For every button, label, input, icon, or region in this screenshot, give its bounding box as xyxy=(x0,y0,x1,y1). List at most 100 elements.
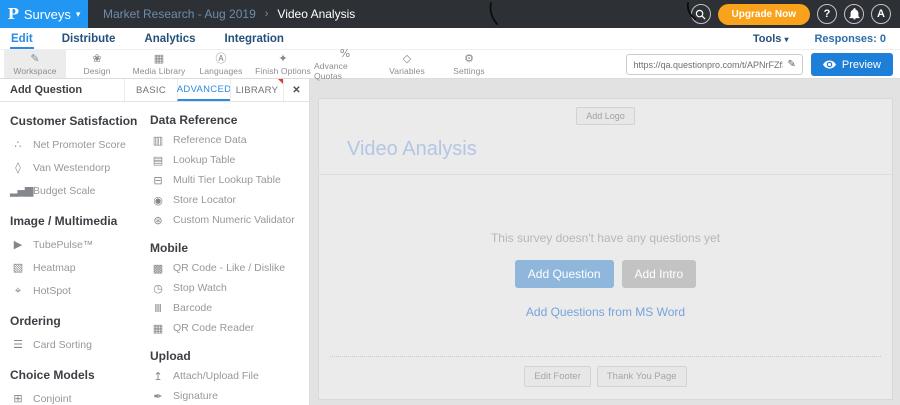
primary-nav: Edit Distribute Analytics Integration To… xyxy=(0,28,900,50)
question-type-van-westendorp[interactable]: ◊ Van Westendorp xyxy=(10,156,150,179)
survey-title[interactable]: Video Analysis xyxy=(347,138,477,161)
add-question-button[interactable]: Add Question xyxy=(514,260,614,288)
section-heading: Choice Models xyxy=(10,368,95,382)
account-avatar[interactable]: A xyxy=(871,4,891,24)
question-type-label: TubePulse™ xyxy=(33,238,94,251)
edit-url-icon[interactable]: ✎ xyxy=(787,59,795,70)
toolbar-item-design[interactable]: ❀ Design xyxy=(66,50,128,78)
survey-canvas-area: Add Logo Video Analysis This survey does… xyxy=(310,79,900,405)
responses-count[interactable]: Responses: 0 xyxy=(814,33,886,45)
empty-state-actions: Add Question Add Intro xyxy=(514,260,697,288)
tab-integration[interactable]: Integration xyxy=(224,31,285,49)
nps-scale-icon: ∴ xyxy=(14,138,22,151)
survey-url-input[interactable] xyxy=(633,59,784,70)
question-type-qr-code-like-dislike[interactable]: ▩ QR Code - Like / Dislike xyxy=(150,258,303,278)
toolbar-item-workspace[interactable]: ✎ Workspace xyxy=(4,50,66,78)
section-heading: Ordering xyxy=(10,314,61,328)
question-type-reference-data[interactable]: ▥ Reference Data xyxy=(150,130,303,150)
question-type-budget-scale[interactable]: ▂▄▆ Budget Scale xyxy=(10,179,150,202)
editor-toolbar: ✎ Workspace ❀ Design ▦ Media Library Ⓐ L… xyxy=(0,46,900,81)
bell-icon xyxy=(848,8,860,20)
image-icon: ▦ xyxy=(153,51,165,65)
question-type-label: Lookup Table xyxy=(173,154,236,166)
question-type-conjoint[interactable]: ⊞ Conjoint xyxy=(10,387,150,405)
toolbar-right: ✎ Preview xyxy=(626,53,893,76)
survey-card: Add Logo Video Analysis This survey does… xyxy=(318,98,893,400)
tools-label: Tools xyxy=(752,33,782,45)
upload-icon: ↥ xyxy=(153,369,162,383)
question-type-net-promoter-score[interactable]: ∴ Net Promoter Score xyxy=(10,133,150,156)
quota-icon: % xyxy=(339,46,351,60)
question-type-qr-code-reader[interactable]: ▦ QR Code Reader xyxy=(150,318,303,338)
empty-state-message: This survey doesn't have any questions y… xyxy=(490,231,721,245)
section-heading: Data Reference xyxy=(150,113,238,127)
translate-icon: Ⓐ xyxy=(215,51,227,65)
question-type-label: QR Code - Like / Dislike xyxy=(173,262,286,274)
section-heading: Mobile xyxy=(150,241,188,255)
edit-footer-button[interactable]: Edit Footer xyxy=(524,366,591,387)
asterisk-box-icon: ⊛ xyxy=(153,213,162,227)
tab-distribute[interactable]: Distribute xyxy=(61,31,117,49)
toolbar-item-label: Settings xyxy=(453,65,485,76)
add-intro-button[interactable]: Add Intro xyxy=(621,260,697,288)
surveys-menu[interactable]: P Surveys ▾ xyxy=(0,0,88,28)
notifications-button[interactable] xyxy=(844,4,864,24)
section-heading: Image / Multimedia xyxy=(10,214,118,228)
close-panel-button[interactable]: ✕ xyxy=(283,79,309,101)
question-type-heatmap[interactable]: ▧ Heatmap xyxy=(10,256,150,279)
question-type-label: Reference Data xyxy=(173,134,247,146)
title-divider xyxy=(319,174,892,175)
question-type-label: Stop Watch xyxy=(173,282,227,294)
tab-analytics[interactable]: Analytics xyxy=(143,31,196,49)
breadcrumb-parent[interactable]: Market Research - Aug 2019 xyxy=(103,7,256,21)
toolbar-item-finish-options[interactable]: ✦ Finish Options xyxy=(252,50,314,78)
toolbar-item-label: Advance Quotas xyxy=(314,60,348,81)
section-heading: Upload xyxy=(150,349,191,363)
tab-edit[interactable]: Edit xyxy=(10,31,34,49)
tab-advanced[interactable]: ADVANCED xyxy=(177,79,231,101)
toolbar-item-languages[interactable]: Ⓐ Languages xyxy=(190,50,252,78)
question-type-store-locator[interactable]: ◉ Store Locator xyxy=(150,190,303,210)
question-type-stop-watch[interactable]: ◷ Stop Watch xyxy=(150,278,303,298)
map-pin-icon: ◉ xyxy=(153,193,163,207)
question-type-card-sorting[interactable]: ☰ Card Sorting xyxy=(10,333,150,356)
question-type-custom-numeric-validator[interactable]: ⊛ Custom Numeric Validator xyxy=(150,210,303,230)
qr-reader-icon: ▦ xyxy=(152,321,163,335)
topbar-actions: Upgrade Now ? A xyxy=(690,3,900,25)
preview-button[interactable]: Preview xyxy=(810,53,893,76)
toolbar-item-settings[interactable]: ⚙ Settings xyxy=(438,50,500,78)
footer-divider xyxy=(330,356,881,357)
toolbar-item-label: Media Library xyxy=(132,65,186,76)
question-type-multi-tier-lookup-table[interactable]: ⊟ Multi Tier Lookup Table xyxy=(150,170,303,190)
question-type-lookup-table[interactable]: ▤ Lookup Table xyxy=(150,150,303,170)
question-type-signature[interactable]: ✒ Signature xyxy=(150,386,303,405)
question-type-hotspot[interactable]: ⌖ HotSpot xyxy=(10,279,150,302)
close-icon: ✕ xyxy=(292,84,301,96)
tools-menu[interactable]: Tools ▾ xyxy=(753,33,789,45)
footer-buttons: Edit Footer Thank You Page xyxy=(524,366,687,387)
help-button[interactable]: ? xyxy=(817,4,837,24)
question-type-tubepulse[interactable]: ▶ TubePulse™ xyxy=(10,233,150,256)
question-type-label: Conjoint xyxy=(33,392,72,405)
palette-icon: ❀ xyxy=(92,51,102,65)
toolbar-item-media-library[interactable]: ▦ Media Library xyxy=(128,50,190,78)
question-type-barcode[interactable]: Ⅲ Barcode xyxy=(150,298,303,318)
toolbar-item-advance-quotas[interactable]: % Advance Quotas xyxy=(314,46,376,81)
stopwatch-icon: ◷ xyxy=(153,281,163,295)
toolbar-item-label: Finish Options xyxy=(255,65,311,76)
list-icon: ☰ xyxy=(13,338,23,351)
question-type-label: Heatmap xyxy=(33,261,76,274)
questionpro-logo: P xyxy=(7,5,19,23)
chevron-down-icon: ▾ xyxy=(75,9,81,19)
add-logo-button[interactable]: Add Logo xyxy=(576,107,635,125)
question-type-attach-upload-file[interactable]: ↥ Attach/Upload File xyxy=(150,366,303,386)
toolbar-item-variables[interactable]: ◇ Variables xyxy=(376,50,438,78)
tab-basic[interactable]: BASIC xyxy=(124,79,177,101)
tab-library[interactable]: LIBRARY xyxy=(230,79,283,101)
signature-pen-icon: ✒ xyxy=(153,389,162,403)
upgrade-now-button[interactable]: Upgrade Now xyxy=(717,3,810,25)
thank-you-page-button[interactable]: Thank You Page xyxy=(596,366,687,387)
toolbar-item-label: Workspace xyxy=(13,65,57,76)
add-questions-from-ms-word-link[interactable]: Add Questions from MS Word xyxy=(526,305,685,319)
editor-body: Add Question BASIC ADVANCED LIBRARY ✕ Cu… xyxy=(0,79,900,405)
